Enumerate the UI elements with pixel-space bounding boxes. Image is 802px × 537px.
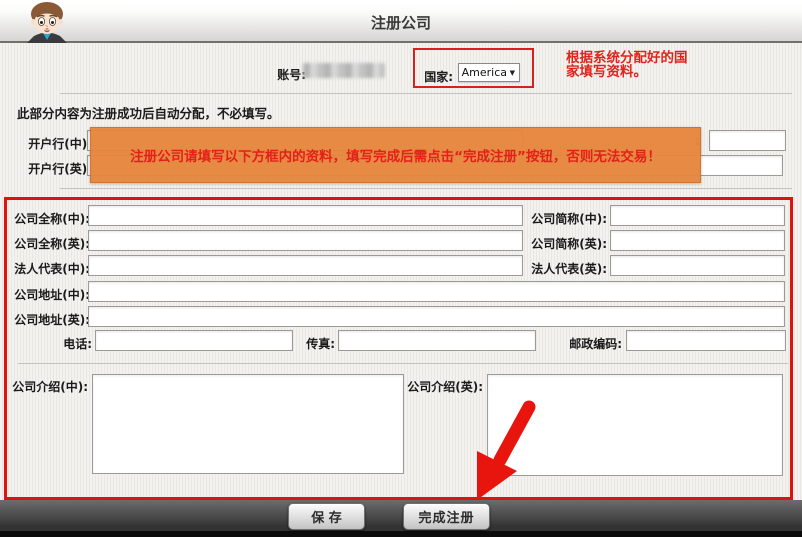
- divider-top: [60, 93, 792, 94]
- company-short-cn-label: 公司简称(中):: [528, 210, 607, 227]
- save-button[interactable]: 保 存: [288, 503, 365, 530]
- company-full-en-label: 公司全称(英):: [10, 235, 90, 252]
- address-cn-input[interactable]: [88, 281, 785, 302]
- country-label: 国家:: [409, 68, 453, 85]
- country-selected-value: America: [459, 66, 510, 79]
- window-header: 注册公司: [0, 0, 802, 43]
- register-company-window: 注册公司 账号: 国家: America ▼ 根据系统分配好的国 家填: [0, 0, 802, 537]
- company-short-cn-input[interactable]: [610, 205, 785, 226]
- divider-middle: [60, 188, 792, 189]
- footer-bar: 保 存 完成注册: [0, 500, 802, 537]
- address-en-input[interactable]: [88, 306, 785, 327]
- address-cn-label: 公司地址(中):: [10, 286, 90, 303]
- bank-en-label: 开户行(英):: [10, 160, 92, 177]
- fax-label: 传真:: [295, 335, 335, 352]
- company-full-cn-input[interactable]: [88, 205, 523, 226]
- complete-register-button[interactable]: 完成注册: [403, 503, 490, 530]
- auto-section-note: 此部分内容为注册成功后自动分配，不必填写。: [17, 103, 280, 122]
- country-select[interactable]: America ▼: [458, 63, 520, 82]
- address-en-label: 公司地址(英):: [10, 311, 90, 328]
- instruction-banner: 注册公司请填写以下方框内的资料，填写完成后需点击“完成注册”按钮，否则无法交易！: [90, 127, 701, 183]
- legal-rep-cn-label: 法人代表(中):: [10, 260, 90, 277]
- account-label: 账号:: [248, 66, 306, 83]
- intro-cn-textarea[interactable]: [92, 374, 404, 474]
- intro-en-label: 公司介绍(英):: [406, 378, 483, 395]
- bank-branch-input[interactable]: [709, 130, 786, 151]
- divider-inner: [18, 363, 788, 364]
- legal-rep-cn-input[interactable]: [88, 255, 523, 276]
- legal-rep-en-label: 法人代表(英):: [528, 260, 607, 277]
- company-short-en-input[interactable]: [610, 230, 785, 251]
- legal-rep-en-input[interactable]: [610, 255, 785, 276]
- company-full-en-input[interactable]: [88, 230, 523, 251]
- company-short-en-label: 公司简称(英):: [528, 235, 607, 252]
- account-value-redacted: [303, 63, 385, 78]
- intro-cn-label: 公司介绍(中):: [8, 378, 88, 395]
- bank-cn-label: 开户行(中):: [10, 135, 92, 152]
- postcode-input[interactable]: [626, 330, 786, 351]
- page-title: 注册公司: [0, 12, 802, 33]
- country-hint-text: 根据系统分配好的国 家填写资料。: [566, 51, 688, 79]
- postcode-label: 邮政编码:: [558, 335, 622, 352]
- instruction-banner-text: 注册公司请填写以下方框内的资料，填写完成后需点击“完成注册”按钮，否则无法交易！: [130, 145, 661, 165]
- phone-input[interactable]: [95, 330, 293, 351]
- intro-en-textarea[interactable]: [487, 374, 783, 476]
- company-full-cn-label: 公司全称(中):: [10, 210, 90, 227]
- phone-label: 电话:: [30, 335, 92, 352]
- user-avatar-icon: [16, 1, 78, 43]
- chevron-down-icon: ▼: [510, 69, 519, 77]
- fax-input[interactable]: [338, 330, 536, 351]
